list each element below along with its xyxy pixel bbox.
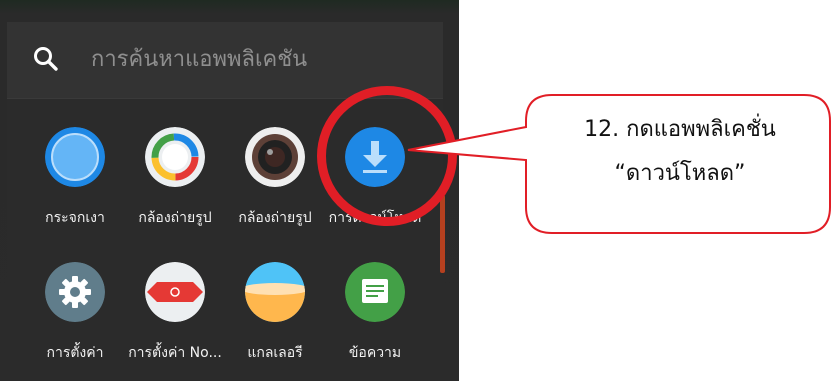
app-messages[interactable]: ข้อความ — [320, 262, 430, 381]
callout-text: 12. กดแอพพลิเคชั่น “ดาวน์โหลด” — [536, 108, 824, 230]
mirror-icon — [45, 127, 105, 187]
camera-lens-icon — [245, 127, 305, 187]
app-label: ข้อความ — [348, 345, 402, 361]
app-label: การดาวน์โหลด — [328, 210, 422, 226]
settings-gear-icon — [45, 262, 105, 322]
settings-nova-icon — [145, 262, 205, 322]
download-icon — [345, 127, 405, 187]
search-icon[interactable] — [31, 44, 61, 74]
search-bar[interactable] — [7, 22, 443, 99]
messages-icon — [345, 262, 405, 322]
search-input[interactable] — [91, 40, 421, 80]
app-downloads[interactable]: การดาวน์โหลด — [320, 127, 430, 247]
app-drawer: กระจกเงา กล้องถ่ายรูป กล้องถ่ายรูป — [7, 22, 443, 381]
gallery-icon — [245, 262, 305, 322]
camera-color-icon — [145, 127, 205, 187]
callout-line-2: “ดาวน์โหลด” — [614, 161, 746, 186]
app-camera-lens[interactable]: กล้องถ่ายรูป — [220, 127, 330, 247]
app-mirror[interactable]: กระจกเงา — [20, 127, 130, 247]
app-drawer-screen: กระจกเงา กล้องถ่ายรูป กล้องถ่ายรูป — [0, 0, 459, 381]
callout-line-1: 12. กดแอพพลิเคชั่น — [584, 117, 776, 142]
app-camera-color[interactable]: กล้องถ่ายรูป — [120, 127, 230, 247]
scrollbar[interactable] — [440, 195, 445, 273]
